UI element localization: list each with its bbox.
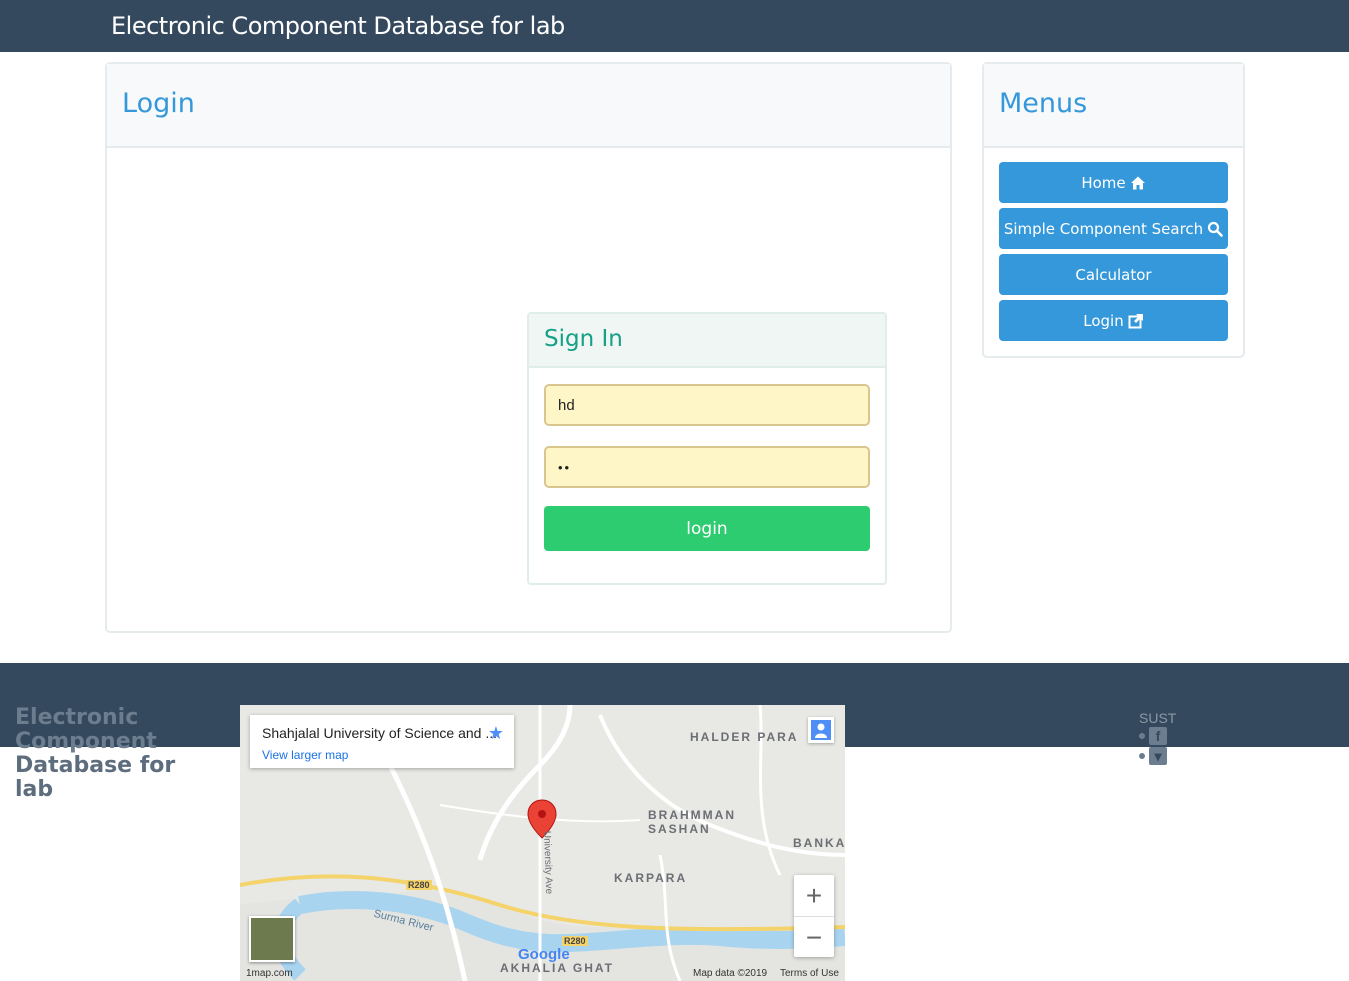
menus-title: Menus <box>999 88 1088 119</box>
menu-calculator-button[interactable]: Calculator <box>999 254 1228 295</box>
social-links: SUST f ▾ <box>1139 710 1176 766</box>
top-navbar: Electronic Component Database for lab <box>0 0 1349 52</box>
bullet-icon <box>1139 753 1145 759</box>
map-place-card: Shahjalal University of Science and ... … <box>250 715 514 768</box>
map-label: University Ave <box>540 830 555 895</box>
map-label: R280 <box>562 936 588 946</box>
comment-icon[interactable]: ▾ <box>1149 747 1167 765</box>
login-button[interactable]: login <box>544 506 870 551</box>
menu-calculator-label: Calculator <box>1075 265 1152 284</box>
search-icon <box>1208 221 1223 237</box>
google-logo: Google <box>518 946 570 963</box>
external-link-icon <box>1128 313 1143 328</box>
footer-brand: Electronic Component Database for lab <box>15 706 215 802</box>
save-star-icon[interactable]: ★ <box>488 723 504 744</box>
facebook-icon[interactable]: f <box>1149 727 1167 745</box>
map-label: R280 <box>406 880 432 890</box>
map-data-text: Map data ©2019 <box>693 968 768 979</box>
signin-title: Sign In <box>544 326 623 352</box>
pegman-icon[interactable] <box>808 717 834 743</box>
terms-link[interactable]: Terms of Use <box>780 968 839 979</box>
menu-login-label: Login <box>1083 311 1124 330</box>
signin-box: Sign In hd •• login <box>527 312 887 585</box>
site-brand[interactable]: Electronic Component Database for lab <box>111 12 565 40</box>
menu-search-button[interactable]: Simple Component Search <box>999 208 1228 249</box>
menu-home-button[interactable]: Home <box>999 162 1228 203</box>
satellite-toggle[interactable] <box>249 916 295 962</box>
menu-login-button[interactable]: Login <box>999 300 1228 341</box>
map-label: BANKA <box>793 836 845 850</box>
view-larger-map-link[interactable]: View larger map <box>262 748 348 762</box>
username-input[interactable]: hd <box>544 384 870 426</box>
footer-brand-line: Electronic <box>15 705 139 730</box>
map-label: KARPARA <box>614 871 688 885</box>
map-place-title: Shahjalal University of Science and ... <box>262 725 498 741</box>
map-label: BRAHMMAN SASHAN <box>648 808 736 836</box>
menus-panel-header: Menus <box>984 64 1243 148</box>
username-value: hd <box>558 396 575 414</box>
map-zoom-control: + − <box>794 875 834 957</box>
login-button-label: login <box>686 518 728 539</box>
map-label: AKHALIA GHAT <box>500 961 614 975</box>
zoom-in-button[interactable]: + <box>794 875 834 917</box>
bullet-icon <box>1139 733 1145 739</box>
password-input[interactable]: •• <box>544 446 870 488</box>
social-heading: SUST <box>1139 710 1177 726</box>
home-icon <box>1130 176 1145 189</box>
password-mask: •• <box>558 459 572 475</box>
zoom-out-button[interactable]: − <box>794 917 834 958</box>
menus-panel: Menus Home Simple Component Search Calcu… <box>982 62 1245 358</box>
footer-brand-line: Database for lab <box>15 753 176 802</box>
page-title: Login <box>122 88 195 119</box>
menu-home-label: Home <box>1081 173 1126 192</box>
map-credit[interactable]: 1map.com <box>246 968 293 979</box>
footer-brand-line: Component <box>15 729 157 754</box>
signin-header: Sign In <box>529 314 885 368</box>
menu-search-label: Simple Component Search <box>1003 219 1204 238</box>
map-label: HALDER PARA <box>690 730 799 744</box>
login-panel-header: Login <box>107 64 950 148</box>
google-map-embed[interactable]: HALDER PARA BRAHMMAN SASHAN KARPARA AKHA… <box>240 705 845 981</box>
